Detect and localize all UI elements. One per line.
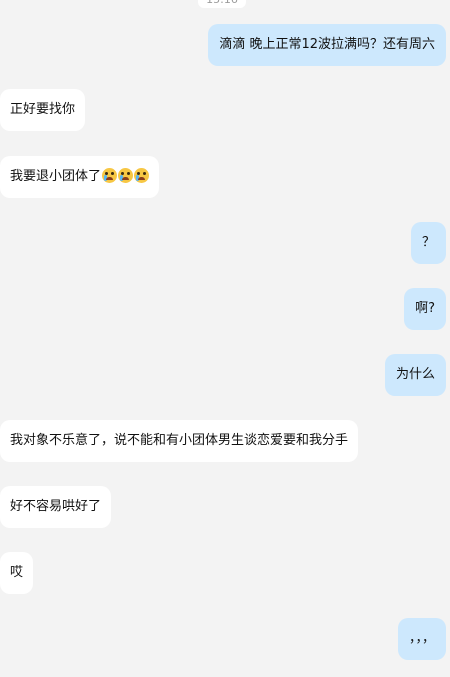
timestamp: 15:16: [198, 0, 246, 8]
message-text: 为什么: [395, 367, 435, 382]
message-text: 我要退小团体了: [10, 169, 102, 184]
message-text: 啊?: [415, 301, 435, 316]
message-text: 我对象不乐意了，说不能和有小团体男生谈恋爱要和我分手: [10, 433, 349, 448]
message-bubble-incoming[interactable]: 正好要找你: [0, 89, 86, 131]
message-bubble-outgoing[interactable]: 为什么: [384, 354, 446, 396]
message-text: ？: [421, 235, 435, 250]
message-bubble-incoming[interactable]: 好不容易哄好了: [0, 486, 112, 528]
message-bubble-outgoing[interactable]: 滴滴 晚上正常12波拉满吗？还有周六: [208, 24, 446, 66]
message-text: ，，，: [408, 631, 435, 646]
message-text: 正好要找你: [10, 102, 76, 117]
crying-face-icon: [134, 168, 150, 183]
message-text: 哎: [10, 565, 24, 580]
message-bubble-outgoing[interactable]: 啊?: [404, 288, 446, 330]
message-bubble-incoming[interactable]: 我对象不乐意了，说不能和有小团体男生谈恋爱要和我分手: [0, 420, 359, 462]
crying-face-icon: [102, 168, 118, 183]
chat-thread: 15:16 滴滴 晚上正常12波拉满吗？还有周六 正好要找你 我要退小团体了 ？…: [0, 0, 450, 677]
message-bubble-incoming[interactable]: 哎: [0, 552, 34, 594]
message-text: 好不容易哄好了: [10, 499, 102, 514]
message-text: 滴滴 晚上正常12波拉满吗？还有周六: [219, 37, 435, 52]
message-bubble-outgoing[interactable]: ，，，: [397, 618, 446, 660]
message-bubble-outgoing[interactable]: ？: [410, 222, 446, 264]
message-bubble-incoming[interactable]: 我要退小团体了: [0, 156, 160, 198]
crying-face-icon: [118, 168, 134, 183]
